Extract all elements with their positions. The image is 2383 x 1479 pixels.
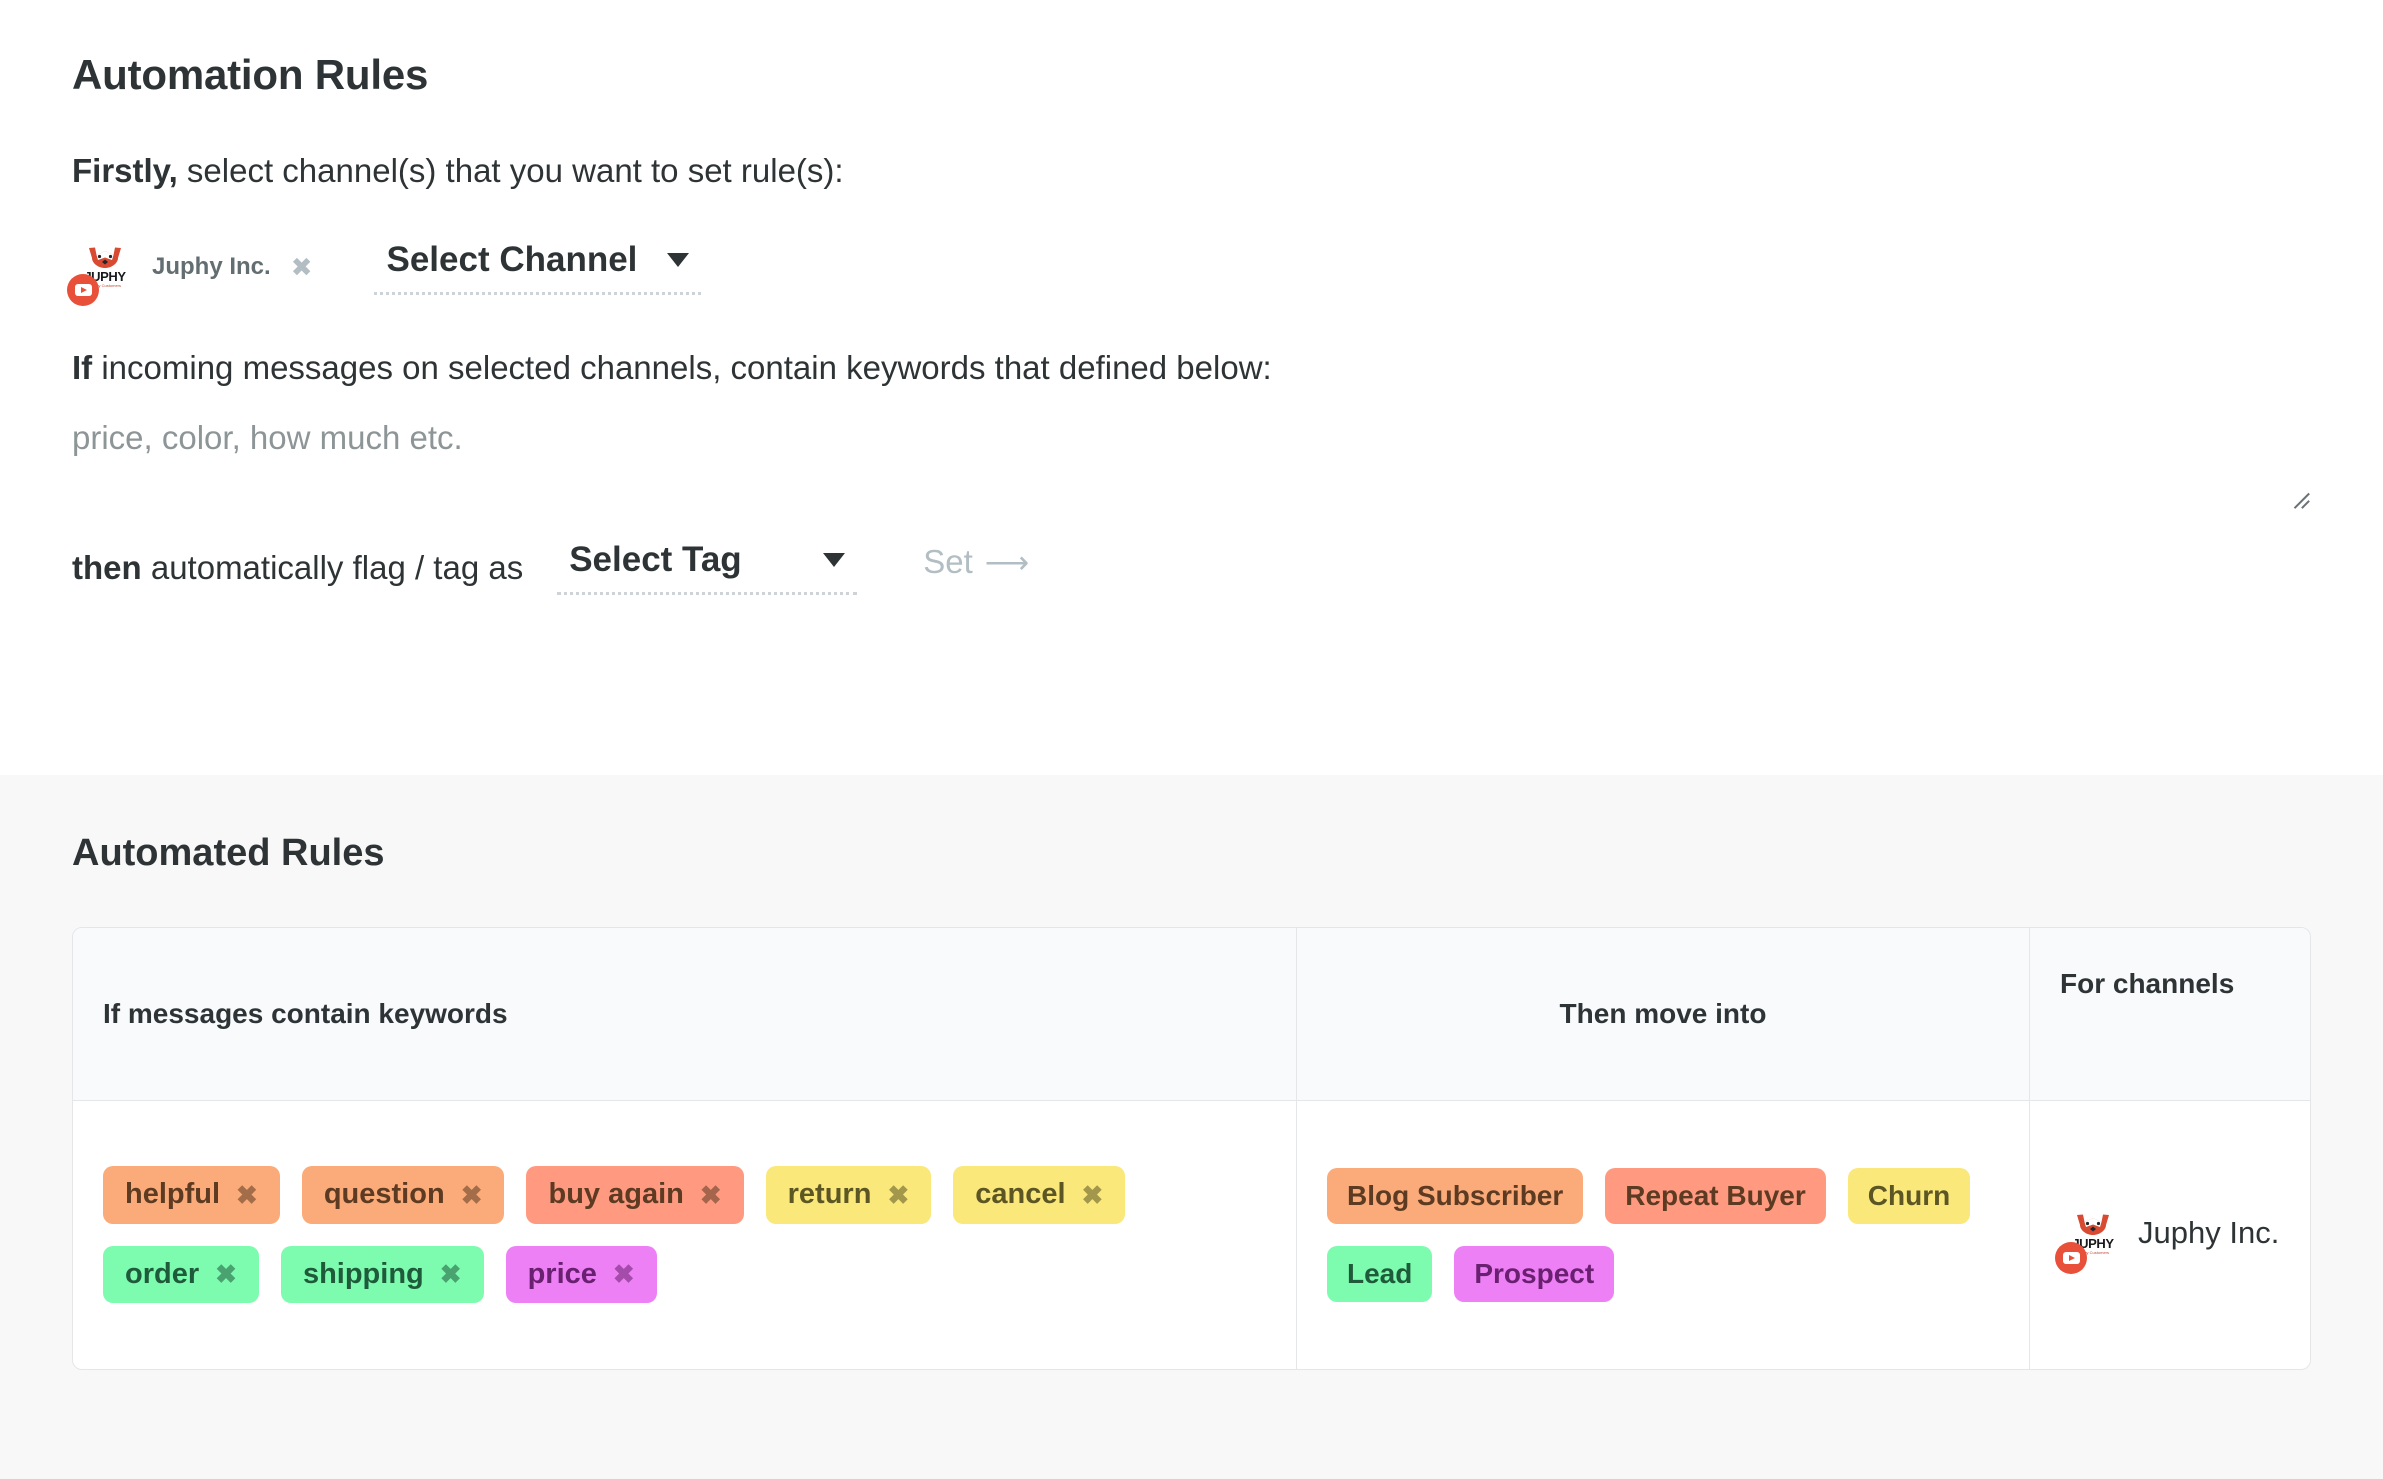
keyword-chip[interactable]: shipping ✖ [280, 1245, 484, 1304]
header-cell-move-into: Then move into [1296, 927, 2029, 1100]
select-channel-dropdown[interactable]: Select Channel [374, 239, 702, 295]
close-icon[interactable]: ✖ [440, 1261, 462, 1287]
channel-selection-row: JUPHY Happy Customers Juphy Inc. ✖ Selec… [67, 229, 2311, 307]
keyword-chip[interactable]: helpful ✖ [103, 1166, 280, 1224]
automated-rules-table: If messages contain keywords Then move i… [72, 926, 2311, 1370]
row-channel-name: Juphy Inc. [2138, 1214, 2280, 1250]
firstly-rest: select channel(s) that you want to set r… [177, 152, 844, 190]
chevron-down-icon [823, 552, 846, 567]
then-instruction-row: then automatically flag / tag as Select … [72, 540, 2311, 595]
then-instruction: then automatically flag / tag as [72, 547, 523, 588]
set-button[interactable]: Set ⟶ [923, 543, 1029, 581]
header-cell-for-channels: For channels [2029, 927, 2310, 1100]
if-lead: If [72, 349, 93, 387]
automated-rules-section: Automated Rules If messages contain keyw… [0, 775, 2383, 1479]
select-channel-label: Select Channel [386, 239, 638, 279]
select-tag-dropdown[interactable]: Select Tag [557, 539, 858, 595]
row-channel: JUPHY Happy Customers Juphy Inc. [2055, 1201, 2280, 1274]
tag-chip-list: Blog Subscriber Repeat Buyer Churn Lead Pros… [1327, 1167, 1999, 1302]
avatar: JUPHY Happy Customers [2055, 1201, 2126, 1274]
avatar: JUPHY Happy Customers [67, 234, 138, 307]
keyword-chip-label: helpful [125, 1178, 221, 1211]
automated-rules-title: Automated Rules [72, 832, 385, 874]
table-row: helpful ✖ question ✖ buy again ✖ return ✖ cancel… [73, 1100, 2310, 1369]
automation-rule-builder: Automation Rules Firstly, select channel… [0, 0, 2383, 775]
set-button-label: Set [923, 543, 973, 581]
selected-channel-name: Juphy Inc. [152, 253, 271, 281]
tag-chip[interactable]: Prospect [1454, 1245, 1615, 1302]
keyword-chip[interactable]: cancel ✖ [953, 1166, 1126, 1224]
close-icon[interactable]: ✖ [1082, 1182, 1104, 1208]
selected-channel-chip[interactable]: JUPHY Happy Customers Juphy Inc. ✖ [67, 234, 313, 307]
close-icon[interactable]: ✖ [215, 1261, 237, 1287]
keyword-chip-label: return [787, 1178, 872, 1211]
select-tag-label: Select Tag [569, 539, 742, 579]
keyword-chip-label: cancel [975, 1178, 1066, 1211]
tag-chip[interactable]: Lead [1327, 1245, 1433, 1302]
firstly-instruction: Firstly, select channel(s) that you want… [72, 150, 2311, 191]
keyword-chip[interactable]: order ✖ [103, 1245, 259, 1304]
youtube-badge-icon [2055, 1241, 2087, 1274]
close-icon[interactable]: ✖ [887, 1182, 909, 1208]
keyword-chip-label: shipping [302, 1257, 424, 1290]
keywords-field-wrapper [72, 416, 2311, 510]
then-lead: then [72, 548, 142, 586]
keyword-chip[interactable]: return ✖ [765, 1166, 932, 1224]
cell-move-into: Blog Subscriber Repeat Buyer Churn Lead Pros… [1296, 1100, 2029, 1369]
chevron-down-icon [667, 252, 690, 267]
keywords-input[interactable] [72, 416, 2311, 505]
page-title: Automation Rules [72, 51, 429, 98]
close-icon[interactable]: ✖ [236, 1182, 258, 1208]
keyword-chip[interactable]: price ✖ [505, 1245, 657, 1304]
keyword-chip-label: buy again [548, 1178, 684, 1211]
keyword-chip-label: question [323, 1178, 445, 1211]
keyword-chip-label: order [125, 1257, 200, 1290]
tag-chip[interactable]: Churn [1847, 1167, 1971, 1224]
if-rest: incoming messages on selected channels, … [92, 349, 1272, 387]
cell-keywords: helpful ✖ question ✖ buy again ✖ return ✖ cancel… [73, 1101, 1296, 1369]
close-icon[interactable]: ✖ [613, 1261, 635, 1287]
close-icon[interactable]: ✖ [291, 254, 313, 280]
arrow-right-icon: ⟶ [984, 544, 1030, 580]
table-header-row: If messages contain keywords Then move i… [73, 927, 2310, 1101]
close-icon[interactable]: ✖ [700, 1182, 722, 1208]
close-icon[interactable]: ✖ [461, 1182, 483, 1208]
header-cell-keywords: If messages contain keywords [103, 997, 508, 1029]
tag-chip[interactable]: Blog Subscriber [1327, 1167, 1584, 1224]
tag-chip[interactable]: Repeat Buyer [1605, 1167, 1826, 1224]
fox-icon [89, 247, 121, 268]
if-instruction: If incoming messages on selected channel… [72, 347, 2311, 388]
keyword-chip[interactable]: question ✖ [301, 1166, 505, 1224]
youtube-badge-icon [67, 274, 99, 307]
then-rest: automatically flag / tag as [141, 548, 524, 586]
firstly-lead: Firstly, [72, 152, 178, 190]
keyword-chip-label: price [527, 1257, 597, 1290]
fox-icon [2077, 1214, 2109, 1236]
keyword-chip[interactable]: buy again ✖ [526, 1166, 744, 1224]
keyword-chip-list: helpful ✖ question ✖ buy again ✖ return ✖ cancel… [103, 1166, 1266, 1304]
cell-for-channels: JUPHY Happy Customers Juphy Inc. [2029, 1100, 2310, 1369]
